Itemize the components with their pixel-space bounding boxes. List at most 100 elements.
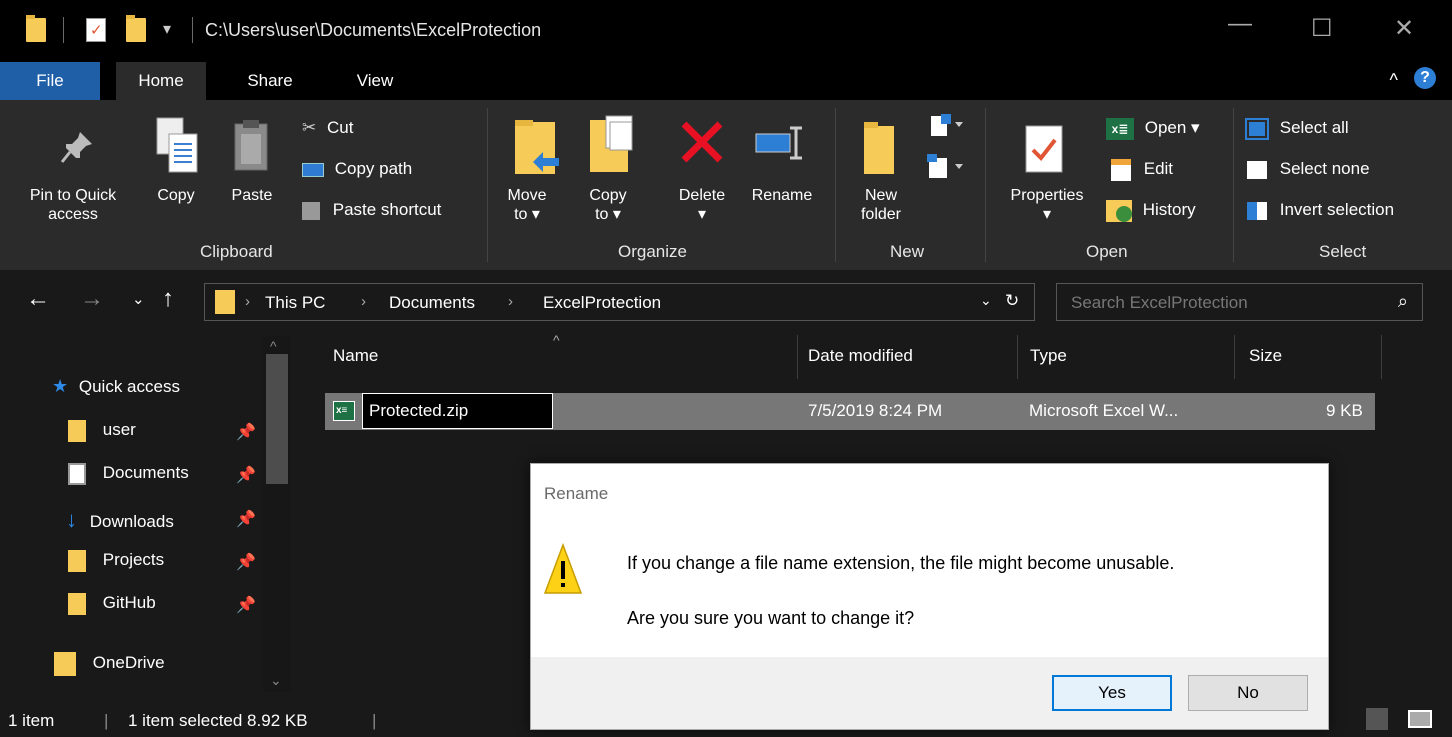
new-folder-button[interactable]: New folder bbox=[850, 186, 912, 224]
column-separator[interactable] bbox=[1234, 335, 1235, 379]
copy-button[interactable]: Copy bbox=[146, 186, 206, 205]
tab-share[interactable]: Share bbox=[225, 62, 315, 100]
pin-icon[interactable]: 📌 bbox=[236, 595, 256, 615]
nav-quick-access[interactable]: ★ Quick access bbox=[52, 376, 180, 397]
pin-label-2: access bbox=[48, 206, 98, 223]
up-arrow-icon[interactable]: ↑ bbox=[162, 285, 174, 313]
pin-quick-access-button[interactable]: Pin to Quick access bbox=[8, 186, 138, 224]
copy-to-button[interactable]: Copy to ▾ bbox=[578, 186, 638, 224]
easy-access-icon[interactable] bbox=[925, 152, 965, 185]
column-header-name[interactable]: Name bbox=[333, 346, 378, 366]
group-separator bbox=[985, 108, 986, 262]
select-all-button[interactable]: Select all bbox=[1245, 118, 1349, 140]
delete-dropdown-icon[interactable]: ▾ bbox=[666, 205, 738, 224]
delete-icon bbox=[680, 120, 724, 169]
open-button[interactable]: x≣ Open ▾ bbox=[1106, 118, 1200, 140]
sidebar-item-label: GitHub bbox=[102, 593, 156, 613]
folder-icon bbox=[68, 420, 86, 442]
column-header-type[interactable]: Type bbox=[1030, 346, 1067, 366]
nav-scroll-thumb[interactable] bbox=[266, 354, 288, 484]
breadcrumb-this-pc[interactable]: This PC bbox=[265, 293, 325, 313]
title-bar: ▾ C:\Users\user\Documents\ExcelProtectio… bbox=[0, 0, 1452, 62]
address-box[interactable]: › This PC › Documents › ExcelProtection … bbox=[204, 283, 1035, 321]
refresh-icon[interactable]: ↻ bbox=[1005, 291, 1019, 311]
large-icons-view-icon[interactable] bbox=[1408, 710, 1432, 728]
new-folder-icon bbox=[862, 120, 896, 181]
back-arrow-icon[interactable]: ← bbox=[26, 285, 50, 313]
sidebar-item-label: Documents bbox=[102, 463, 189, 483]
folder-icon bbox=[68, 593, 86, 615]
details-view-icon[interactable] bbox=[1366, 708, 1388, 730]
recent-locations-icon[interactable]: ⌄ bbox=[132, 290, 145, 308]
new-folder-quick-icon[interactable] bbox=[126, 15, 146, 42]
history-button[interactable]: History bbox=[1106, 200, 1196, 222]
pin-icon[interactable]: 📌 bbox=[236, 552, 256, 572]
close-icon[interactable]: ✕ bbox=[1394, 14, 1414, 43]
properties-dropdown-icon[interactable]: ▾ bbox=[996, 205, 1098, 224]
pin-icon bbox=[60, 130, 94, 169]
paste-shortcut-button[interactable]: Paste shortcut bbox=[302, 200, 441, 220]
column-header-date[interactable]: Date modified bbox=[808, 346, 913, 366]
column-separator[interactable] bbox=[1017, 335, 1018, 379]
properties-button[interactable]: Properties ▾ bbox=[996, 186, 1098, 224]
copy-to-label-1: Copy bbox=[589, 187, 627, 204]
breadcrumb-documents[interactable]: Documents bbox=[389, 293, 475, 313]
pin-icon[interactable]: 📌 bbox=[236, 422, 256, 442]
tab-home[interactable]: Home bbox=[116, 62, 206, 100]
pin-icon[interactable]: 📌 bbox=[236, 465, 256, 485]
select-none-label: Select none bbox=[1279, 159, 1370, 179]
group-label-select: Select bbox=[1319, 242, 1367, 261]
sidebar-item-projects[interactable]: Projects bbox=[68, 550, 164, 572]
onedrive-folder-icon bbox=[54, 652, 76, 676]
paste-button[interactable]: Paste bbox=[222, 186, 282, 205]
breadcrumb-excelprotection[interactable]: ExcelProtection bbox=[543, 293, 661, 313]
edit-label: Edit bbox=[1143, 159, 1174, 179]
quick-access-dropdown-icon[interactable]: ▾ bbox=[163, 19, 171, 39]
column-separator[interactable] bbox=[797, 335, 798, 379]
qa-separator bbox=[63, 17, 64, 43]
column-header-size[interactable]: Size bbox=[1249, 346, 1282, 366]
tab-file[interactable]: File bbox=[0, 62, 100, 100]
breadcrumb-separator-icon: › bbox=[361, 293, 366, 310]
minimize-icon[interactable]: — bbox=[1228, 10, 1252, 38]
status-selected: 1 item selected 8.92 KB bbox=[128, 711, 308, 730]
search-input[interactable]: Search ExcelProtection ⌕ bbox=[1056, 283, 1423, 321]
new-item-icon[interactable] bbox=[925, 112, 965, 143]
status-item-count: 1 item bbox=[8, 711, 55, 730]
properties-label: Properties bbox=[1010, 187, 1084, 204]
scroll-up-icon[interactable]: ^ bbox=[270, 338, 277, 354]
maximize-icon[interactable]: ☐ bbox=[1311, 14, 1333, 43]
sidebar-item-downloads[interactable]: ↓ Downloads bbox=[66, 507, 174, 533]
yes-button[interactable]: Yes bbox=[1052, 675, 1172, 711]
column-separator[interactable] bbox=[1381, 335, 1382, 379]
rename-button[interactable]: Rename bbox=[742, 186, 822, 205]
copy-path-button[interactable]: Copy path bbox=[302, 159, 412, 179]
move-to-button[interactable]: Move to ▾ bbox=[500, 186, 554, 224]
address-dropdown-icon[interactable]: ⌄ bbox=[980, 292, 992, 309]
invert-selection-label: Invert selection bbox=[1279, 200, 1395, 220]
edit-button[interactable]: Edit bbox=[1111, 159, 1173, 181]
copy-to-label-2: to ▾ bbox=[595, 206, 621, 223]
sidebar-item-label: Projects bbox=[102, 550, 165, 570]
collapse-ribbon-icon[interactable]: ^ bbox=[1390, 70, 1398, 91]
address-folder-icon bbox=[215, 290, 235, 314]
properties-quick-icon[interactable] bbox=[86, 18, 106, 42]
pin-icon[interactable]: 📌 bbox=[236, 509, 256, 529]
delete-button[interactable]: Delete ▾ bbox=[666, 186, 738, 224]
group-separator bbox=[835, 108, 836, 262]
forward-arrow-icon[interactable]: → bbox=[80, 285, 104, 313]
scroll-down-icon[interactable]: ⌄ bbox=[270, 672, 282, 689]
sidebar-item-user[interactable]: user bbox=[68, 420, 136, 442]
edit-icon bbox=[1111, 159, 1131, 181]
tab-view[interactable]: View bbox=[330, 62, 420, 100]
invert-selection-button[interactable]: Invert selection bbox=[1245, 200, 1394, 222]
select-none-button[interactable]: Select none bbox=[1245, 159, 1370, 181]
sidebar-item-onedrive[interactable]: OneDrive bbox=[54, 652, 165, 676]
rename-input[interactable]: Protected.zip bbox=[362, 393, 553, 429]
help-icon[interactable]: ? bbox=[1414, 67, 1436, 89]
sidebar-item-documents[interactable]: Documents bbox=[68, 463, 189, 485]
no-button[interactable]: No bbox=[1188, 675, 1308, 711]
excel-icon: x≣ bbox=[1106, 118, 1134, 140]
cut-button[interactable]: ✂ Cut bbox=[302, 118, 353, 138]
sidebar-item-github[interactable]: GitHub bbox=[68, 593, 156, 615]
